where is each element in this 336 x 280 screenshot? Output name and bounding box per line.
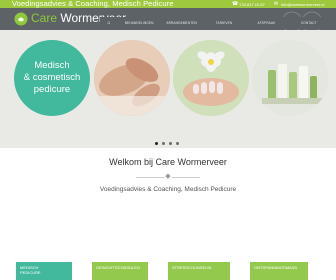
foot-massage-photo bbox=[94, 40, 170, 116]
slider-dot[interactable] bbox=[162, 142, 165, 145]
welcome-heading: Welkom bij Care Wormerveer bbox=[109, 157, 227, 167]
phone-icon: ☎ bbox=[232, 0, 239, 7]
site-tagline: Voedingsadvies & Coaching, Medisch Pedic… bbox=[12, 0, 174, 8]
tile-label-line-1: Ontspanningsmass bbox=[254, 265, 298, 270]
tile-label-line-2: Pedicure bbox=[20, 270, 41, 275]
slide-caption-circle: Medisch & cosmetisch pedicure bbox=[14, 40, 90, 116]
tile-ontspanningsmassage[interactable]: Ontspanningsmass bbox=[250, 262, 308, 280]
logo-brand-prefix: Care bbox=[31, 11, 58, 25]
divider-line-right bbox=[172, 177, 200, 178]
nav-item-arrangementen[interactable]: Arrangementen bbox=[160, 21, 202, 25]
tile-gewichtsconsulent[interactable]: Gewichtsconsulen bbox=[92, 262, 148, 280]
email-contact[interactable]: ✉ info@carewormerveer.nl bbox=[274, 0, 324, 8]
divider-ornament-icon: ◆ bbox=[165, 173, 171, 180]
tile-medisch-pedicure[interactable]: Medisch Pedicure bbox=[16, 262, 72, 280]
main-navigation: ⌂ Behandelingen Arrangementen Tarieven A… bbox=[100, 17, 330, 29]
divider-line-left bbox=[136, 177, 164, 178]
welcome-subtitle: Voedingsadvies & Coaching, Medisch Pedic… bbox=[99, 186, 237, 193]
nav-item-afspraak[interactable]: Afspraak bbox=[245, 21, 287, 25]
products-photo bbox=[252, 40, 328, 116]
slider-dot[interactable] bbox=[155, 142, 158, 145]
slide-caption-line-2: & cosmetisch bbox=[23, 72, 81, 83]
mail-icon: ✉ bbox=[274, 0, 279, 7]
slider-dot[interactable] bbox=[169, 142, 172, 145]
phone-number: 178-817 10 87 bbox=[239, 1, 265, 7]
email-address: info@carewormerveer.nl bbox=[281, 1, 325, 7]
slider-dot[interactable] bbox=[176, 142, 179, 145]
slider-pagination bbox=[155, 142, 179, 145]
section-divider: ◆ bbox=[0, 173, 336, 181]
logo-icon[interactable] bbox=[14, 12, 28, 26]
nav-item-tarieven[interactable]: Tarieven bbox=[203, 21, 245, 25]
slide-caption: Medisch & cosmetisch pedicure bbox=[14, 60, 90, 96]
tile-label-line-1: Gewichtsconsulen bbox=[96, 265, 140, 270]
flower-nails-photo bbox=[173, 40, 249, 116]
nav-home-icon[interactable]: ⌂ bbox=[100, 20, 118, 26]
slide-caption-line-3: pedicure bbox=[33, 84, 71, 95]
slide-caption-line-1: Medisch bbox=[34, 60, 70, 71]
nav-item-contact[interactable]: Contact bbox=[288, 21, 330, 25]
phone-contact[interactable]: ☎ 178-817 10 87 bbox=[232, 0, 265, 8]
nav-item-behandelingen[interactable]: Behandelingen bbox=[118, 21, 160, 25]
tile-label-line-1: Stresscounselin bbox=[172, 265, 212, 270]
tile-stresscounseling[interactable]: Stresscounselin bbox=[168, 262, 230, 280]
service-tiles: Medisch Pedicure Gewichtsconsulen Stress… bbox=[0, 262, 336, 280]
image-slider[interactable]: Medisch & cosmetisch pedicure bbox=[0, 30, 336, 148]
